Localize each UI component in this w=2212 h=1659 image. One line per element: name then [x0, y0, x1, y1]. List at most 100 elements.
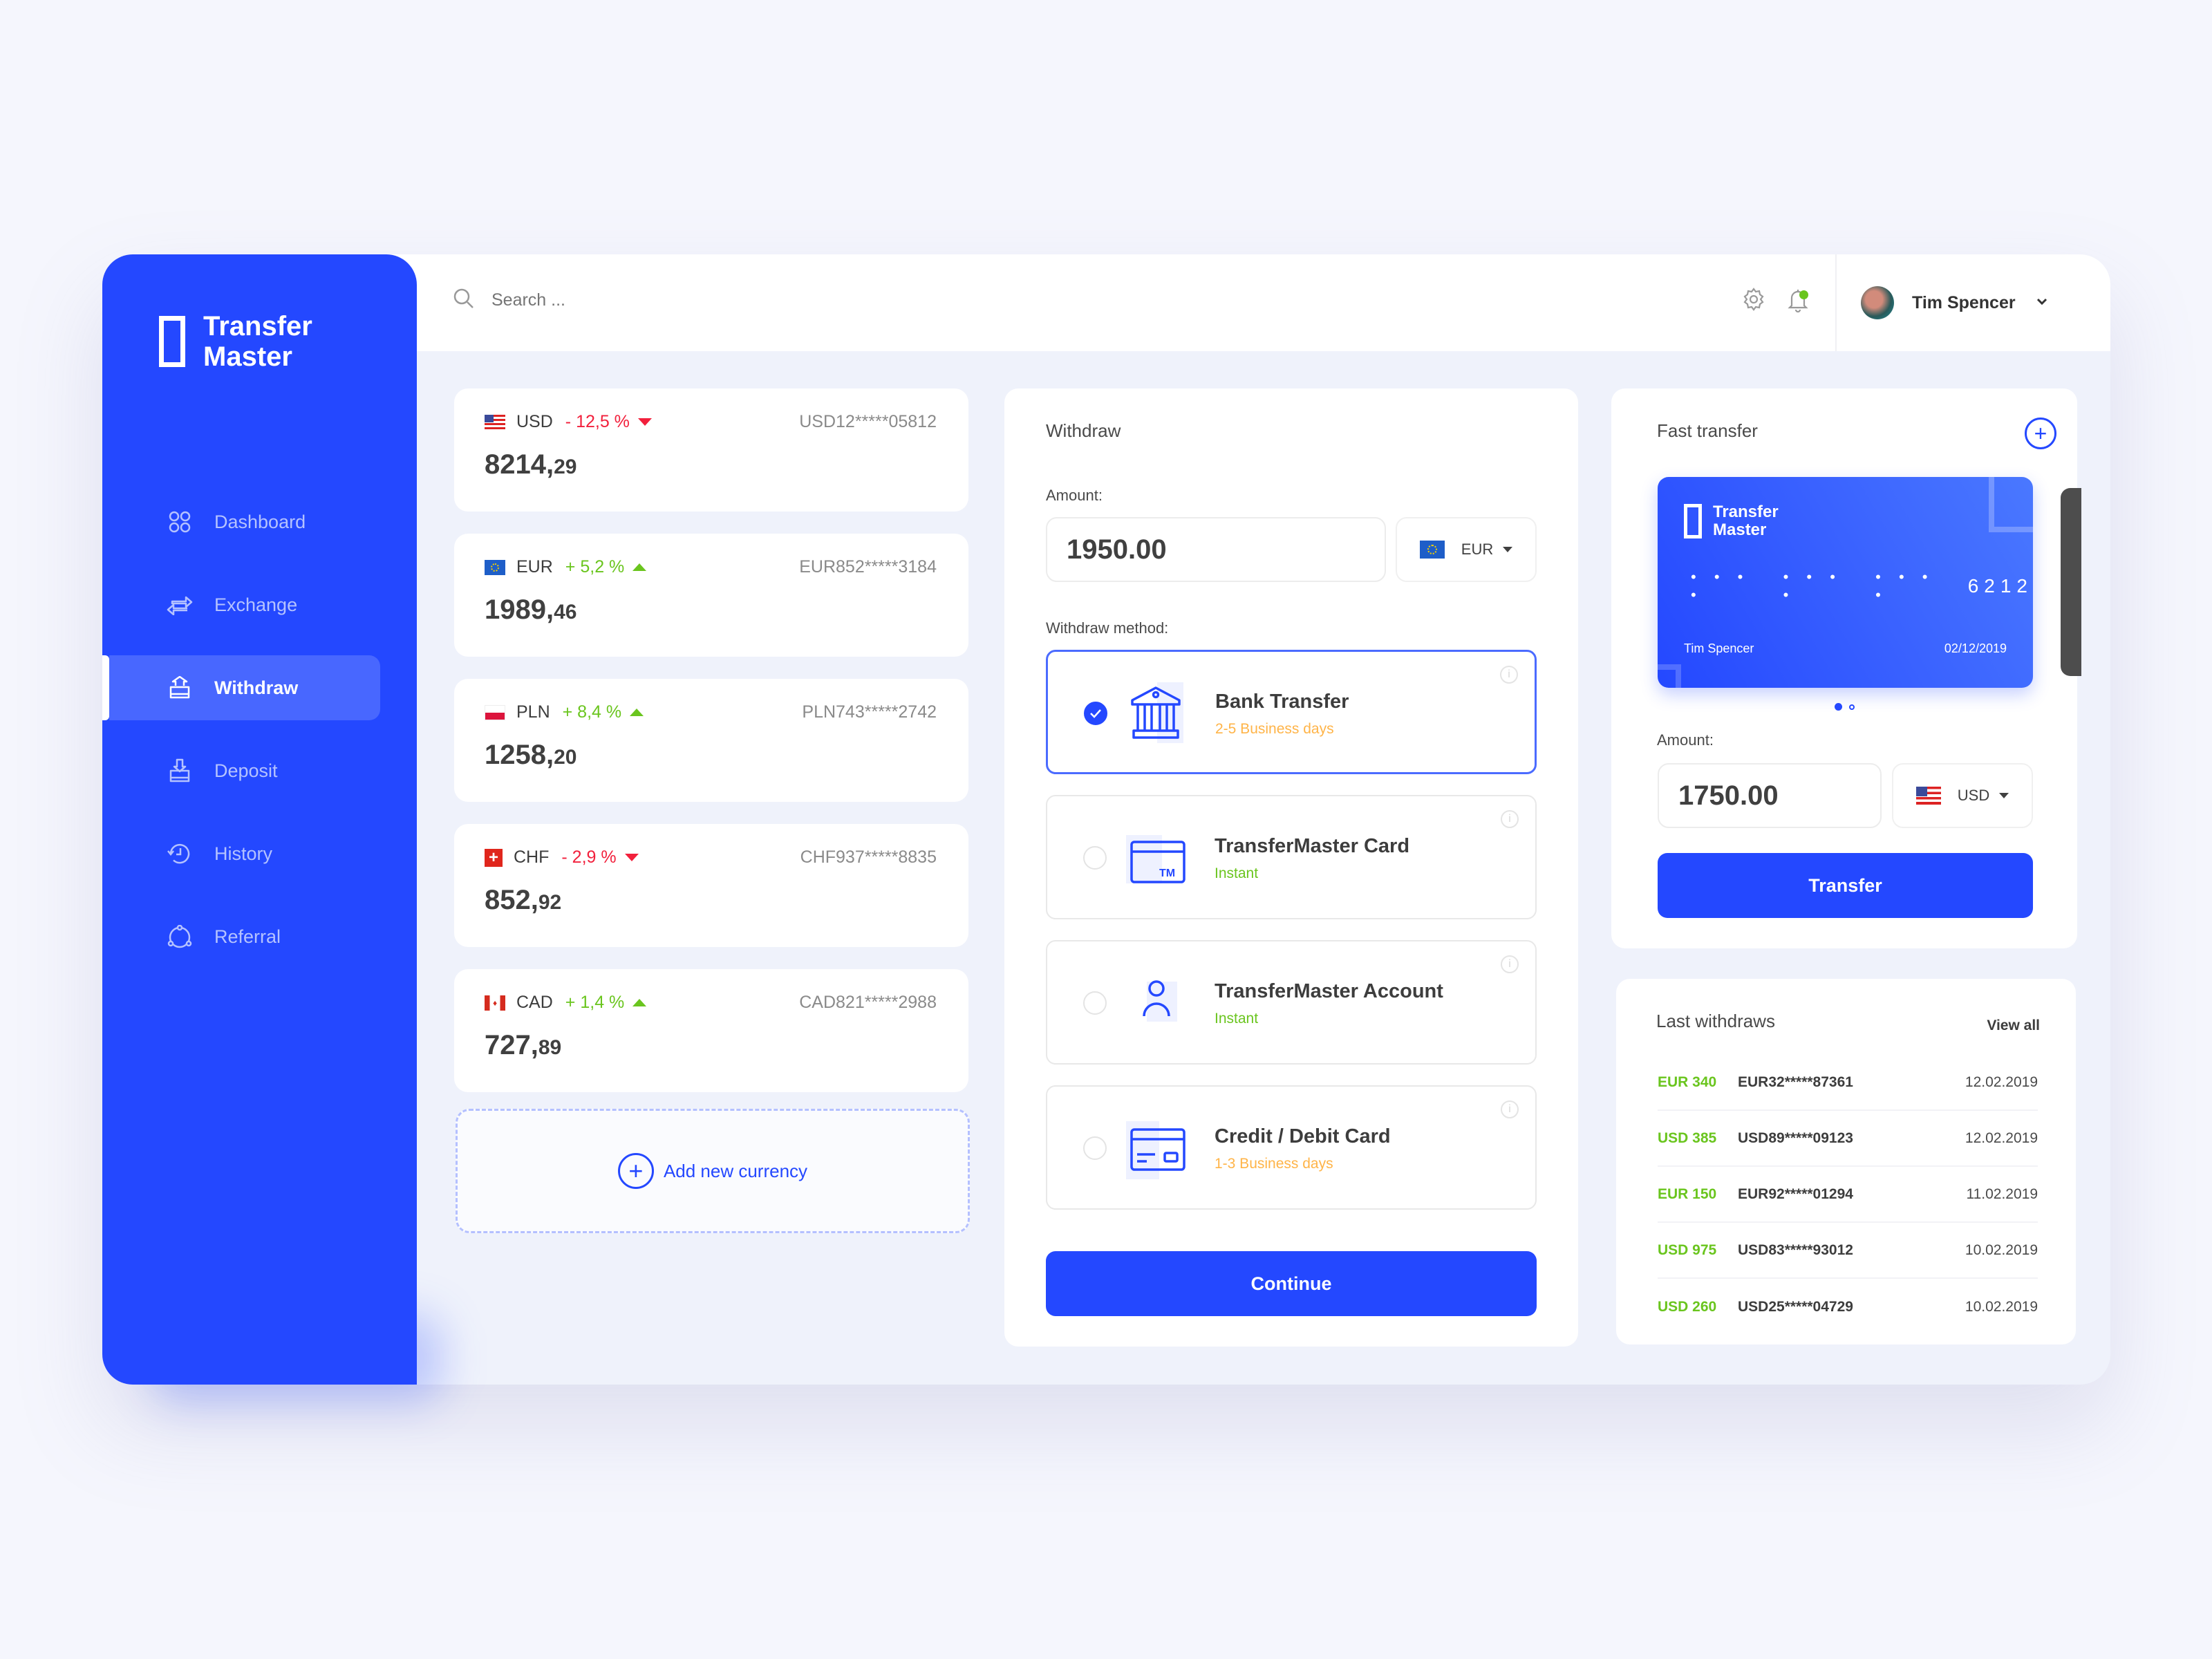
- balance-decimal: 92: [538, 891, 562, 914]
- dashboard-icon: [166, 508, 194, 536]
- exchange-icon: [166, 591, 194, 619]
- withdraw-row[interactable]: USD 385 USD89*****09123 12.02.2019: [1658, 1111, 2038, 1167]
- info-icon[interactable]: i: [1501, 810, 1519, 828]
- view-all-link[interactable]: View all: [1987, 1018, 2040, 1034]
- carousel-dot-active[interactable]: [1835, 703, 1842, 711]
- card-logo: Transfer Master: [1684, 503, 1779, 539]
- balance-decimal: 20: [554, 746, 577, 769]
- amount-label: Amount:: [1046, 487, 1103, 504]
- transfer-currency-select[interactable]: USD: [1892, 763, 2033, 828]
- method-time: 1-3 Business days: [1215, 1156, 1333, 1172]
- radio-unchecked[interactable]: [1083, 1136, 1107, 1160]
- radio-checked[interactable]: [1084, 702, 1107, 725]
- sidebar-item-history[interactable]: History: [102, 821, 417, 886]
- sidebar-item-withdraw[interactable]: Withdraw: [102, 655, 417, 720]
- add-currency-button[interactable]: + Add new currency: [456, 1109, 970, 1233]
- withdraw-row[interactable]: USD 260 USD25*****04729 10.02.2019: [1658, 1279, 2038, 1335]
- switzerland-flag-icon: +: [485, 848, 503, 867]
- logo[interactable]: Transfer Master: [159, 311, 312, 372]
- withdraw-date: 12.02.2019: [1965, 1074, 2038, 1090]
- method-option-transfermaster-account[interactable]: TransferMaster Account Instant i: [1046, 940, 1537, 1065]
- top-bar: Tim Spencer: [387, 254, 2110, 351]
- info-icon[interactable]: i: [1500, 666, 1518, 684]
- card-number: • • • • • • • • • • • • 6212: [1691, 568, 2033, 604]
- withdraw-row[interactable]: USD 975 USD83*****93012 10.02.2019: [1658, 1223, 2038, 1279]
- card-brand-line-2: Master: [1713, 521, 1767, 539]
- balance-integer: 727,: [485, 1030, 538, 1060]
- method-option-credit-debit-card[interactable]: Credit / Debit Card 1-3 Business days i: [1046, 1085, 1537, 1210]
- method-option-transfermaster-card[interactable]: TM TransferMaster Card Instant i: [1046, 795, 1537, 919]
- currency-code: EUR: [516, 557, 553, 577]
- fast-transfer-panel: Fast transfer + Transfer Master • • • • …: [1611, 388, 2081, 948]
- canada-flag-icon: ♦: [485, 995, 505, 1011]
- brand-line-2: Master: [203, 341, 292, 372]
- currency-card-usd[interactable]: USD - 12,5 % USD12*****05812 8214,29: [454, 388, 968, 512]
- card-holder: Tim Spencer: [1684, 641, 1754, 655]
- radio-unchecked[interactable]: [1083, 991, 1107, 1015]
- user-account-icon: [1126, 972, 1188, 1034]
- withdraw-row[interactable]: EUR 340 EUR32*****87361 12.02.2019: [1658, 1055, 2038, 1111]
- sidebar-item-deposit[interactable]: Deposit: [102, 738, 417, 803]
- trend-down-icon: [637, 418, 652, 426]
- withdraw-currency-select[interactable]: EUR: [1396, 517, 1537, 582]
- currency-header: EUR + 5,2 %: [485, 557, 647, 577]
- currency-balance: 1989,46: [485, 594, 577, 626]
- radio-unchecked[interactable]: [1083, 846, 1107, 870]
- sidebar-item-referral[interactable]: Referral: [102, 904, 417, 969]
- balance-integer: 1989,: [485, 594, 554, 625]
- sidebar-item-label: Referral: [214, 926, 281, 947]
- currency-change: + 1,4 %: [565, 993, 625, 1012]
- currency-card-cad[interactable]: ♦ CAD + 1,4 % CAD821*****2988 727,89: [454, 969, 968, 1092]
- currency-card-eur[interactable]: EUR + 5,2 % EUR852*****3184 1989,46: [454, 534, 968, 657]
- add-currency-label: Add new currency: [663, 1160, 808, 1181]
- currency-card-pln[interactable]: PLN + 8,4 % PLN743*****2742 1258,20: [454, 679, 968, 802]
- account-number: PLN743*****2742: [802, 702, 937, 722]
- withdraw-account: USD89*****09123: [1738, 1130, 1853, 1146]
- add-card-button[interactable]: +: [2025, 418, 2056, 449]
- transfer-button[interactable]: Transfer: [1658, 853, 2033, 918]
- info-icon[interactable]: i: [1501, 1100, 1519, 1118]
- card-brand: Transfer Master: [1713, 503, 1779, 539]
- deposit-icon: [166, 757, 194, 785]
- method-option-bank-transfer[interactable]: Bank Transfer 2-5 Business days i: [1046, 650, 1537, 774]
- withdraw-account: USD83*****93012: [1738, 1241, 1853, 1258]
- method-name: TransferMaster Account: [1215, 980, 1443, 1002]
- currency-card-chf[interactable]: + CHF - 2,9 % CHF937*****8835 852,92: [454, 824, 968, 947]
- history-icon: [166, 840, 194, 868]
- withdraw-date: 12.02.2019: [1965, 1130, 2038, 1146]
- currency-balance: 8214,29: [485, 449, 577, 480]
- currency-change: + 8,4 %: [562, 702, 622, 722]
- withdraw-date: 11.02.2019: [1966, 1185, 2038, 1202]
- next-card-peek[interactable]: [2061, 488, 2081, 676]
- transfer-amount-input[interactable]: 1750.00: [1658, 763, 1882, 828]
- withdraw-row[interactable]: EUR 150 EUR92*****01294 11.02.2019: [1658, 1167, 2038, 1223]
- search-input[interactable]: [491, 290, 906, 310]
- carousel-dot[interactable]: [1849, 704, 1855, 710]
- sidebar-item-label: Deposit: [214, 760, 278, 781]
- currency-change: - 2,9 %: [561, 847, 617, 867]
- logo-mark-icon: [159, 316, 185, 367]
- sidebar-item-dashboard[interactable]: Dashboard: [102, 489, 417, 554]
- currency-code: USD: [516, 412, 553, 431]
- trend-up-icon: [632, 999, 647, 1006]
- sidebar-item-label: Withdraw: [214, 677, 299, 698]
- fast-transfer-title: Fast transfer: [1657, 420, 1758, 441]
- withdraw-account: EUR32*****87361: [1738, 1074, 1853, 1090]
- gear-icon[interactable]: [1742, 288, 1765, 316]
- user-menu[interactable]: Tim Spencer: [1861, 286, 2047, 319]
- withdraw-account: USD25*****04729: [1738, 1298, 1853, 1315]
- currency-balance: 1258,20: [485, 740, 577, 771]
- balance-decimal: 46: [554, 601, 577, 624]
- withdraw-amount-input[interactable]: 1950.00: [1046, 517, 1386, 582]
- payment-card[interactable]: Transfer Master • • • • • • • • • • • • …: [1658, 477, 2033, 688]
- notification-bell-icon[interactable]: [1786, 288, 1810, 316]
- info-icon[interactable]: i: [1501, 955, 1519, 973]
- search-bar: [453, 288, 906, 313]
- currency-header: ♦ CAD + 1,4 %: [485, 993, 647, 1013]
- card-decoration: [1658, 664, 1681, 688]
- withdraw-amount: EUR 150: [1658, 1185, 1717, 1202]
- sidebar-item-exchange[interactable]: Exchange: [102, 572, 417, 637]
- balance-decimal: 29: [554, 456, 577, 478]
- method-time: Instant: [1215, 865, 1259, 881]
- continue-button[interactable]: Continue: [1046, 1251, 1537, 1316]
